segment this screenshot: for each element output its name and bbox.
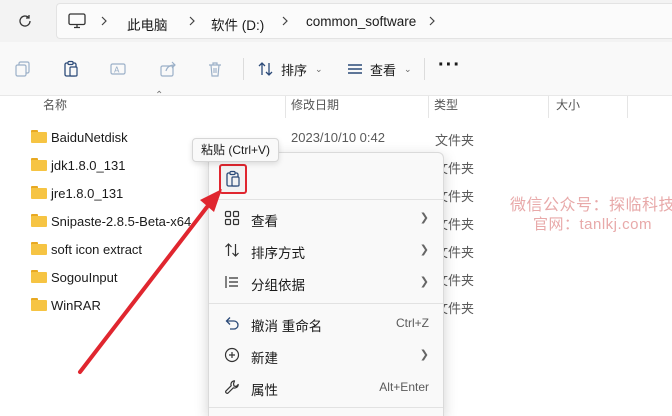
folder-icon [31,186,47,199]
breadcrumb[interactable]: 此电脑 软件 (D:) common_software [56,3,672,39]
copy-icon [15,61,30,77]
menu-item-shortcut: Alt+Enter [379,380,429,394]
chevron-down-icon: ⌄ [315,63,323,74]
menu-item-group-by[interactable]: 分组依据 ❯ [213,267,439,297]
menu-item-label: 属性 [251,383,278,398]
breadcrumb-common-software[interactable]: common_software [306,14,416,29]
file-name: soft icon extract [51,242,143,257]
menu-item-label: 查看 [251,214,278,229]
chevron-right-icon [429,16,435,26]
view-button[interactable]: 查看 ⌄ [346,57,412,81]
sort-icon [223,241,241,259]
paste-tooltip: 粘贴 (Ctrl+V) [192,138,280,162]
sort-ascending-icon: ⌃ [155,90,164,101]
refresh-icon [19,15,31,27]
view-label: 查看 [370,62,397,78]
menu-item-label: 排序方式 [251,246,305,261]
folder-icon [31,242,47,255]
menu-item-undo-rename[interactable]: 撤消 重命名 Ctrl+Z [213,308,439,338]
paste-icon [226,170,240,187]
menu-item-shortcut: Ctrl+Z [396,316,429,330]
wrench-icon [223,378,241,396]
new-icon [223,346,241,364]
watermark-website: 官网：tanlkj.com [533,216,653,233]
watermark-wechat: 微信公众号：探临科技 [510,197,672,214]
list-view-icon [348,64,362,74]
menu-item-properties[interactable]: 属性 Alt+Enter [213,372,439,402]
paste-icon [64,60,78,77]
monitor-icon [68,13,86,29]
file-name: Snipaste-2.8.5-Beta-x64 [51,214,192,229]
more-options-button[interactable]: ··· [438,54,461,77]
context-paste-button[interactable] [219,164,247,194]
share-button[interactable] [158,59,178,79]
menu-item-label: 分组依据 [251,278,305,293]
menu-divider [209,303,443,304]
copy-button[interactable] [13,59,33,79]
delete-button[interactable] [205,59,225,79]
chevron-right-icon [101,16,107,26]
sort-icon [258,62,273,76]
file-name: WinRAR [51,298,101,313]
column-header-name[interactable]: 名称 [43,96,67,118]
undo-icon [223,314,241,332]
chevron-right-icon [282,16,288,26]
column-header-type[interactable]: 类型 [434,96,458,118]
list-item[interactable]: BaiduNetdisk 2023/10/10 0:42 文件夹 [0,124,672,152]
folder-icon [31,130,47,143]
group-icon [223,273,241,291]
menu-divider [209,407,443,408]
file-name: SogouInput [51,270,118,285]
trash-icon [209,62,221,77]
column-divider[interactable] [627,96,628,118]
menu-item-sort-by[interactable]: 排序方式 ❯ [213,235,439,265]
menu-item-label: 撤消 重命名 [251,319,323,334]
menu-item-new[interactable]: 新建 ❯ [213,340,439,370]
chevron-down-icon: ⌄ [404,63,412,74]
toolbar-divider [424,58,425,80]
file-name: BaiduNetdisk [51,130,128,145]
file-date: 2023/10/10 0:42 [291,130,385,145]
chevron-right-icon: ❯ [419,244,429,256]
breadcrumb-drive-d[interactable]: 软件 (D:) [211,14,264,34]
column-divider[interactable] [285,96,286,118]
menu-item-label: 新建 [251,351,278,366]
refresh-button[interactable] [14,10,36,32]
sort-label: 排序 [281,62,308,78]
column-divider[interactable] [548,96,549,118]
chevron-right-icon: ❯ [419,212,429,224]
context-menu: 查看 ❯ 排序方式 ❯ 分组依据 ❯ 撤消 重命名 Ctrl+Z 新建 ❯ 属性 [208,152,444,416]
file-name: jre1.8.0_131 [51,186,124,201]
grid-icon [223,209,241,227]
toolbar-divider [243,58,244,80]
rename-button[interactable]: A [108,59,128,79]
column-divider[interactable] [428,96,429,118]
file-type: 文件夹 [435,133,475,148]
folder-icon [31,298,47,311]
chevron-right-icon: ❯ [419,349,429,361]
column-header-date[interactable]: 修改日期 [291,96,339,118]
file-name: jdk1.8.0_131 [51,158,126,173]
command-bar: A 排序 ⌄ 查看 ⌄ ··· [0,42,672,96]
folder-icon [31,158,47,171]
rename-icon: A [110,63,126,75]
menu-item-view[interactable]: 查看 ❯ [213,203,439,233]
chevron-right-icon [189,16,195,26]
paste-button[interactable] [61,59,81,79]
folder-icon [31,270,47,283]
share-icon [160,61,176,77]
column-header-size[interactable]: 大小 [556,96,580,118]
breadcrumb-this-pc[interactable]: 此电脑 [127,14,168,34]
svg-text:A: A [114,66,120,75]
address-bar: 此电脑 软件 (D:) common_software [0,0,672,42]
menu-divider [209,199,443,200]
folder-icon [31,214,47,227]
chevron-right-icon: ❯ [419,276,429,288]
sort-button[interactable]: 排序 ⌄ [257,57,323,81]
